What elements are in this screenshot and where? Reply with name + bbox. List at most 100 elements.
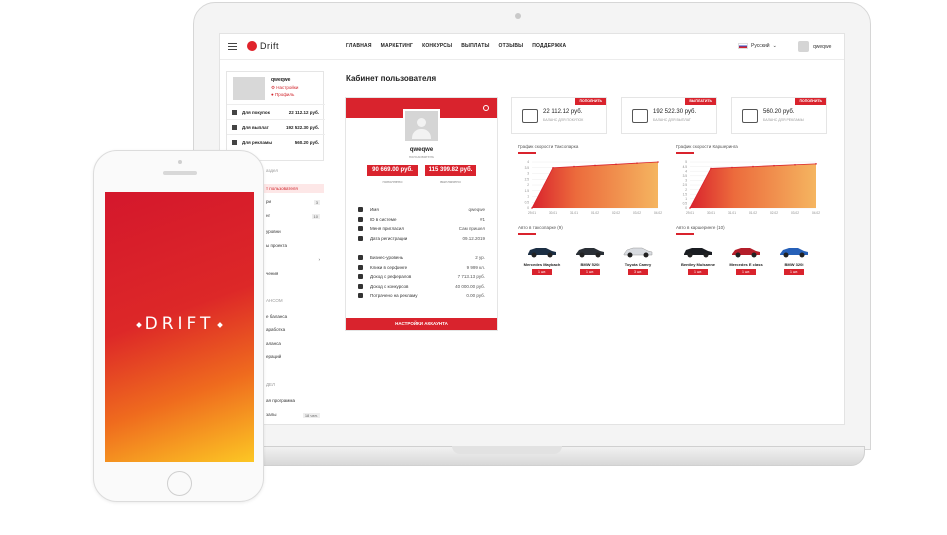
trophy-icon bbox=[358, 283, 363, 289]
withdrawn-label: выплачено bbox=[440, 179, 461, 184]
car-count: 1 шт. bbox=[736, 269, 756, 275]
balance-amount: 22 112.12 руб. bbox=[543, 109, 583, 115]
y-tick-label: 1.5 bbox=[525, 189, 530, 193]
info-value: 09.12.2019 bbox=[462, 235, 485, 241]
sidebar-item-label: е баланса bbox=[266, 314, 288, 319]
chart-underline bbox=[518, 152, 536, 154]
y-tick-label: 3.5 bbox=[683, 174, 688, 178]
chevron-right-icon: › bbox=[318, 257, 321, 262]
menu-icon[interactable] bbox=[228, 43, 237, 50]
share-cars-title: Авто в каршеринге (10) bbox=[676, 225, 725, 230]
cart-icon bbox=[232, 110, 237, 115]
sidebar-username: qweqwe bbox=[271, 77, 291, 83]
stat-key: Доход с конкурсов bbox=[370, 283, 409, 289]
user-icon bbox=[358, 207, 363, 212]
balance-amount: 192 522.30 руб. bbox=[653, 109, 697, 115]
data-point bbox=[636, 162, 638, 164]
balance-row-purchases: Для покупок 22 112.12 руб. bbox=[227, 104, 325, 119]
chat-icon bbox=[358, 226, 363, 231]
wallet-icon bbox=[232, 125, 237, 130]
profile-card: qweqwe пользователь 90 669.00 руб. 115 3… bbox=[345, 97, 498, 331]
withdraw-button[interactable]: ВЫПЛАТИТЬ bbox=[685, 98, 716, 105]
stat-key: Бизнес-уровень bbox=[370, 255, 404, 260]
phone-speaker bbox=[163, 171, 197, 175]
sidebar-item-label: ы проекта bbox=[266, 243, 287, 248]
data-point bbox=[689, 207, 691, 209]
balance-card-ads: ПОПОЛНИТЬ 560.20 руб. БАЛАНС ДЛЯ РЕКЛАМЫ bbox=[731, 97, 827, 134]
page-title: Кабинет пользователя bbox=[346, 74, 437, 83]
phone-screen: DRIFT bbox=[105, 192, 254, 462]
profile-link[interactable]: ● Профиль bbox=[271, 92, 294, 97]
data-point bbox=[615, 163, 617, 166]
sidebar-item-label: аланса bbox=[266, 341, 281, 346]
x-tick-label: 02.02 bbox=[770, 211, 778, 215]
count-badge: 18 чел. bbox=[302, 413, 320, 418]
data-point bbox=[815, 163, 817, 165]
language-label: Русский bbox=[751, 43, 770, 49]
nav-home[interactable]: ГЛАВНАЯ bbox=[346, 43, 372, 49]
settings-link[interactable]: ⚙ Настройки bbox=[271, 85, 298, 91]
nav-reviews[interactable]: ОТЗЫВЫ bbox=[499, 43, 524, 49]
account-settings-button[interactable]: НАСТРОЙКИ АККАУНТА bbox=[346, 318, 497, 330]
data-point bbox=[531, 207, 533, 209]
y-tick-label: 2.5 bbox=[683, 183, 688, 187]
logo-icon bbox=[247, 41, 257, 51]
home-button[interactable] bbox=[167, 471, 192, 496]
y-tick-label: 3 bbox=[685, 179, 687, 183]
phone-logo: DRIFT bbox=[144, 314, 215, 334]
laptop-screen: Drift ГЛАВНАЯ МАРКЕТИНГ КОНКУРСЫ ВЫПЛАТЫ… bbox=[219, 33, 845, 425]
topup-button[interactable]: ПОПОЛНИТЬ bbox=[795, 98, 826, 105]
y-tick-label: 2 bbox=[527, 183, 529, 187]
withdrawn-amount: 115 399.82 руб. bbox=[425, 165, 476, 176]
chart-title: График скорости Каршеринга bbox=[676, 144, 738, 149]
id-icon bbox=[358, 216, 363, 222]
language-select[interactable]: Русский ⌄ bbox=[738, 43, 777, 49]
x-tick-label: 30.01 bbox=[549, 211, 557, 215]
y-tick-label: 3 bbox=[527, 172, 529, 176]
balance-row-payouts: Для выплат 192 522.30 руб. bbox=[227, 119, 325, 134]
stat-row: Доход с рефералов 7 713.13 руб. bbox=[358, 272, 485, 282]
cars-underline bbox=[676, 233, 694, 235]
car-icon bbox=[732, 248, 760, 258]
avatar bbox=[233, 77, 265, 100]
y-tick-label: 4.5 bbox=[683, 165, 688, 169]
megaphone-icon bbox=[742, 109, 758, 123]
data-point bbox=[594, 164, 596, 167]
count-badge: 10 bbox=[311, 214, 320, 219]
info-key: Имя bbox=[370, 207, 379, 212]
stat-value: 7 713.13 руб. bbox=[457, 274, 485, 279]
sidebar-item-label: нг bbox=[266, 213, 271, 218]
nav-support[interactable]: ПОДДЕРЖКА bbox=[532, 43, 566, 49]
taxi-cars-title: Авто в таксопарке (9) bbox=[518, 225, 563, 230]
count-badge: 3 bbox=[313, 200, 320, 205]
profile-role: пользователь bbox=[408, 154, 435, 159]
x-tick-label: 04.02 bbox=[812, 211, 820, 215]
y-tick-label: 1 bbox=[527, 195, 529, 199]
info-key: ID в системе bbox=[370, 216, 397, 222]
data-point bbox=[657, 161, 659, 163]
y-tick-label: 1.5 bbox=[683, 192, 688, 196]
series-area bbox=[532, 162, 658, 208]
profile-link-label: Профиль bbox=[274, 92, 295, 97]
gear-icon[interactable] bbox=[483, 105, 489, 111]
topup-button[interactable]: ПОПОЛНИТЬ bbox=[575, 98, 606, 105]
x-tick-label: 01.02 bbox=[749, 211, 757, 215]
car-count: 1 шт. bbox=[580, 269, 600, 275]
sidebar-item-label: чения bbox=[266, 271, 279, 276]
balance-label: Для выплат bbox=[242, 125, 269, 130]
stat-value: 9 999 кл. bbox=[466, 264, 485, 270]
balance-caption: БАЛАНС ДЛЯ ПОКУПОК bbox=[543, 118, 584, 122]
info-value: #1 bbox=[479, 216, 485, 222]
avatar bbox=[403, 109, 440, 143]
y-tick-label: 2.5 bbox=[525, 177, 530, 181]
logo[interactable]: Drift bbox=[260, 41, 279, 51]
taxi-speed-chart: 0 0.51 1.5 2 2.53 3.5 4 29.01 30.01 31.01 01.02 02.… bbox=[525, 160, 663, 215]
stat-row: Потрачено на рекламу 0.00 руб. bbox=[358, 291, 485, 301]
nav-contests[interactable]: КОНКУРСЫ bbox=[422, 43, 452, 49]
nav-payouts[interactable]: ВЫПЛАТЫ bbox=[461, 43, 489, 49]
nav-marketing[interactable]: МАРКЕТИНГ bbox=[381, 43, 413, 49]
y-tick-label: 5 bbox=[685, 160, 687, 164]
data-point bbox=[710, 167, 712, 170]
user-menu[interactable]: qweqwe bbox=[798, 41, 831, 52]
info-key: Меня пригласил bbox=[370, 226, 404, 231]
